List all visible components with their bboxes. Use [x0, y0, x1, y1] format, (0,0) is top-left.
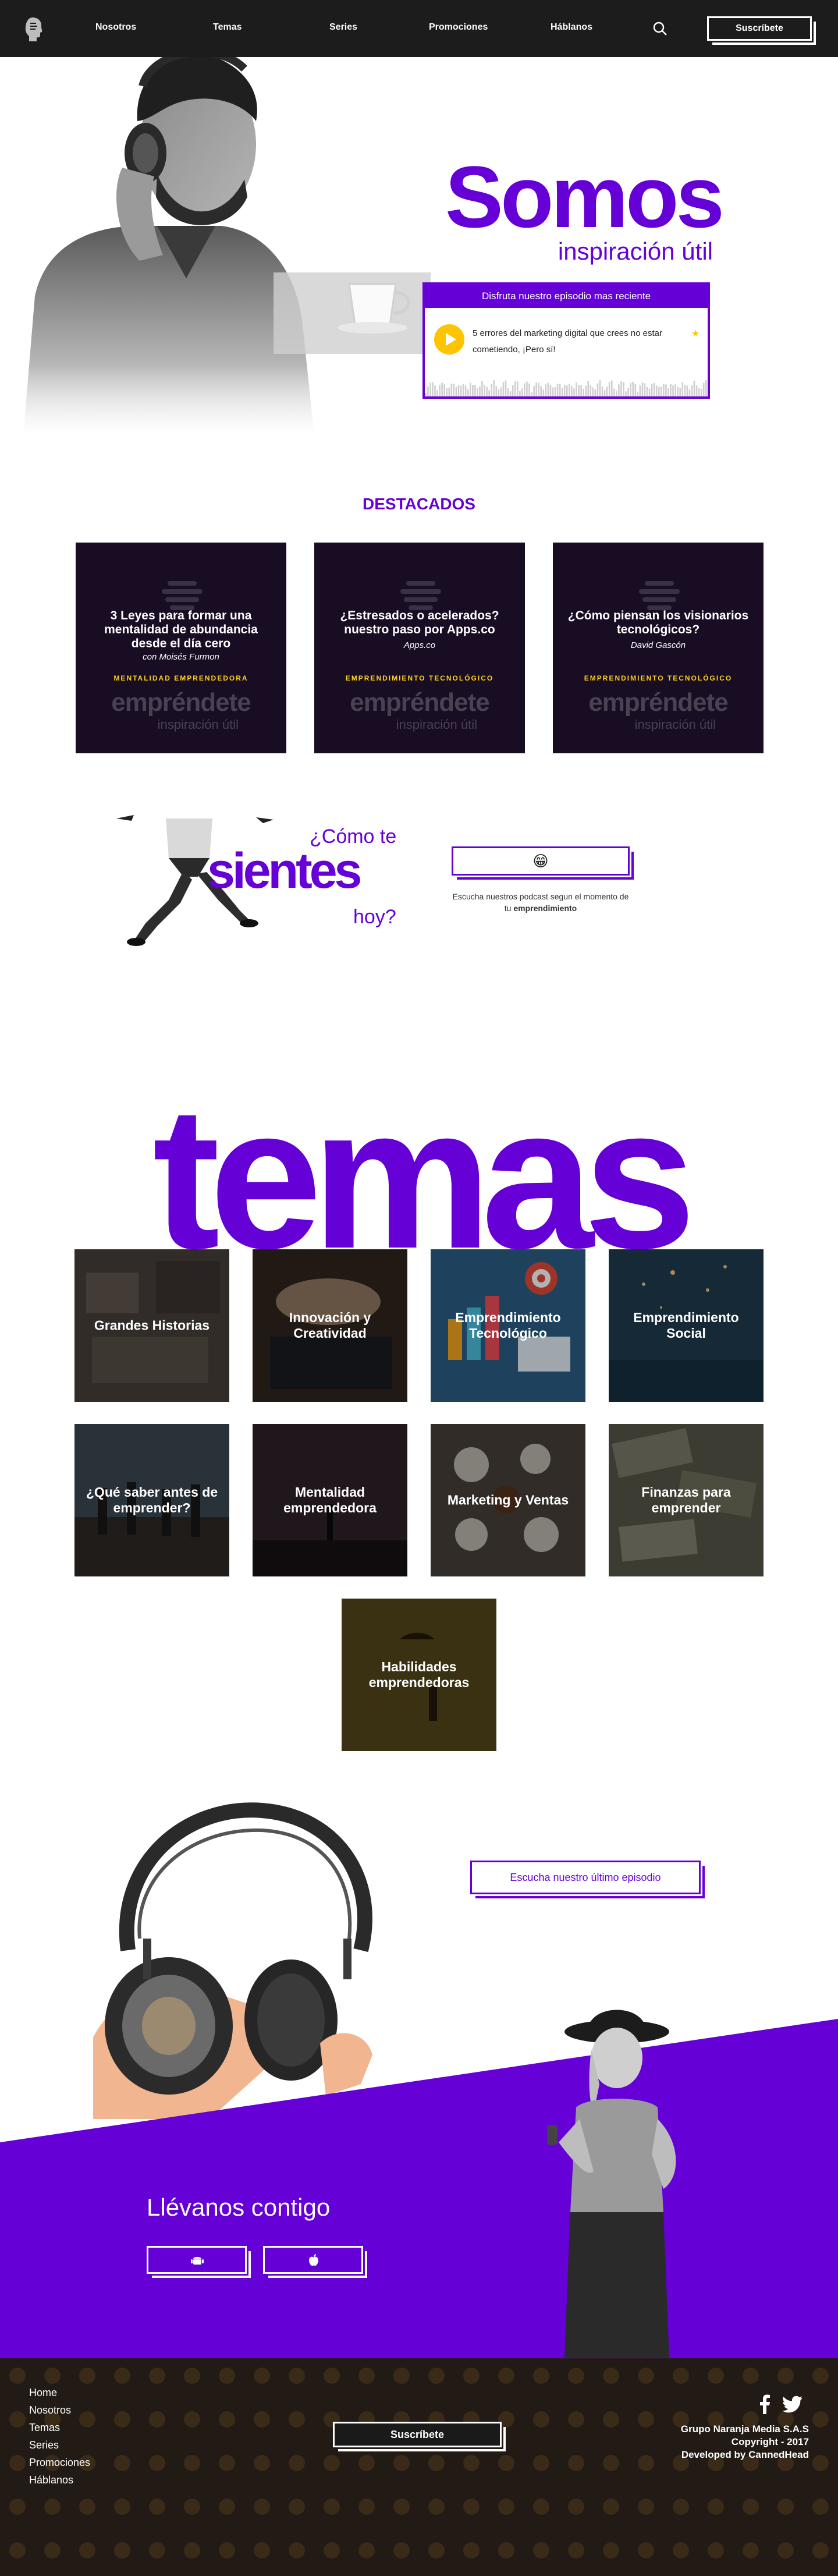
- topic-label: Mentalidad emprendedora: [283, 1484, 377, 1515]
- footer-developer: Developed by CannedHead: [681, 2449, 809, 2460]
- topic-tile[interactable]: ¿Qué saber antes de emprender?: [74, 1424, 229, 1576]
- twitter-icon[interactable]: [782, 2394, 803, 2414]
- topic-label: Emprendimiento Tecnológico: [455, 1310, 561, 1341]
- mood-note-emphasis: emprendimiento: [513, 903, 577, 913]
- card-brand-sub: inspiración útil: [157, 717, 239, 732]
- topic-tile[interactable]: Mentalidad emprendedora: [253, 1424, 407, 1576]
- footer-link-nosotros[interactable]: Nosotros: [29, 2404, 71, 2416]
- card-brand-sub: inspiración útil: [396, 717, 477, 732]
- topic-tile[interactable]: Grandes Historias: [74, 1249, 229, 1402]
- card-brand-sub: inspiración útil: [634, 717, 716, 732]
- card-author: con Moisés Furmon: [143, 652, 219, 662]
- topic-label: ¿Qué saber antes de emprender?: [86, 1484, 218, 1515]
- topic-label: Emprendimiento Social: [633, 1310, 739, 1341]
- play-icon[interactable]: [434, 324, 464, 355]
- card-title: ¿Cómo piensan los visionarios tecnológic…: [567, 609, 749, 636]
- mood-question-end: hoy?: [353, 906, 396, 928]
- card-author: David Gascón: [630, 640, 686, 650]
- topic-tile[interactable]: Emprendimiento Social: [609, 1249, 764, 1402]
- latest-episode-player[interactable]: Disfruta nuestro episodio mas reciente 5…: [422, 282, 710, 399]
- card-brand: empréndete: [111, 688, 251, 717]
- topic-label: Habilidades emprendedoras: [368, 1659, 470, 1690]
- topic-label: Grandes Historias: [94, 1317, 210, 1333]
- player-episode-title: 5 errores del marketing digital que cree…: [473, 328, 663, 355]
- footer-link-series[interactable]: Series: [29, 2439, 59, 2451]
- topic-tile[interactable]: Innovación y Creatividad: [253, 1249, 407, 1402]
- featured-card[interactable]: 3 Leyes para formar una mentalidad de ab…: [76, 543, 286, 753]
- apple-app-button[interactable]: [263, 2246, 367, 2278]
- mood-emoji-select[interactable]: 😁: [452, 846, 634, 880]
- nav-link-hablanos[interactable]: Háblanos: [551, 22, 592, 33]
- facebook-icon[interactable]: [757, 2394, 773, 2414]
- hero-fade-overlay: [0, 366, 838, 435]
- temas-heading: temas: [152, 1064, 696, 1291]
- featured-card[interactable]: ¿Estresados o acelerados? nuestro paso p…: [314, 543, 525, 753]
- star-icon[interactable]: ★: [691, 328, 699, 339]
- footer-link-home[interactable]: Home: [29, 2387, 57, 2399]
- nav-link-promociones[interactable]: Promociones: [429, 22, 488, 33]
- purple-promo-band: [0, 2019, 838, 2358]
- card-author: Apps.co: [403, 640, 436, 650]
- hero-title: Somos: [445, 148, 725, 246]
- search-icon[interactable]: [652, 21, 667, 36]
- topic-tile[interactable]: Habilidades emprendedoras: [342, 1599, 496, 1751]
- card-brand: empréndete: [588, 688, 728, 717]
- top-navbar: Nosotros Temas Series Promociones Háblan…: [0, 0, 838, 57]
- android-icon: [191, 2257, 204, 2265]
- subscribe-button[interactable]: Suscríbete: [707, 16, 816, 45]
- promo-title: Llévanos contigo: [147, 2194, 331, 2221]
- destacados-heading: DESTACADOS: [363, 495, 475, 513]
- footer-link-promociones[interactable]: Promociones: [29, 2457, 90, 2469]
- topic-label: Innovación y Creatividad: [289, 1310, 371, 1341]
- card-category-tag: MENTALIDAD EMPRENDEDORA: [113, 674, 248, 682]
- mood-question-keyword: sientes: [207, 843, 362, 899]
- footer-company: Grupo Naranja Media S.A.S: [680, 2423, 809, 2435]
- latest-episode-link[interactable]: Escucha nuestro último episodio: [470, 1861, 705, 1898]
- footer-subscribe-button[interactable]: Suscríbete: [333, 2422, 506, 2451]
- topic-tile[interactable]: Marketing y Ventas: [431, 1424, 585, 1576]
- hero-section: Somos inspiración útil Disfruta nuestro …: [0, 57, 838, 435]
- footer: [0, 2358, 838, 2576]
- card-title: ¿Estresados o acelerados? nuestro paso p…: [340, 609, 499, 636]
- audio-waveform[interactable]: [425, 375, 708, 396]
- woman-with-phone-image: [547, 2010, 676, 2358]
- card-title: 3 Leyes para formar una mentalidad de ab…: [104, 609, 258, 650]
- topic-label: Marketing y Ventas: [447, 1492, 569, 1508]
- footer-link-temas[interactable]: Temas: [29, 2422, 60, 2434]
- footer-link-hablanos[interactable]: Háblanos: [29, 2474, 73, 2486]
- nav-link-temas[interactable]: Temas: [213, 22, 242, 33]
- mixing-console-background: [0, 2358, 838, 2576]
- apple-icon: [309, 2254, 318, 2266]
- player-heading: Disfruta nuestro episodio mas reciente: [425, 285, 708, 308]
- hero-subtitle: inspiración útil: [558, 238, 713, 265]
- nav-link-series[interactable]: Series: [329, 22, 357, 33]
- card-brand: empréndete: [350, 688, 489, 717]
- card-category-tag: EMPRENDIMIENTO TECNOLÓGICO: [345, 674, 494, 682]
- nav-link-nosotros[interactable]: Nosotros: [95, 22, 136, 33]
- head-silhouette-icon[interactable]: [24, 16, 43, 42]
- card-category-tag: EMPRENDIMIENTO TECNOLÓGICO: [584, 674, 733, 682]
- featured-card[interactable]: ¿Cómo piensan los visionarios tecnológic…: [553, 543, 764, 753]
- android-app-button[interactable]: [147, 2246, 251, 2278]
- footer-copyright: Copyright - 2017: [731, 2436, 809, 2447]
- mood-note: Escucha nuestros podcast segun el moment…: [452, 891, 630, 914]
- topic-label: Finanzas para emprender: [641, 1484, 731, 1515]
- topic-tile[interactable]: Emprendimiento Tecnológico: [431, 1249, 585, 1402]
- topic-tile[interactable]: Finanzas para emprender: [609, 1424, 764, 1576]
